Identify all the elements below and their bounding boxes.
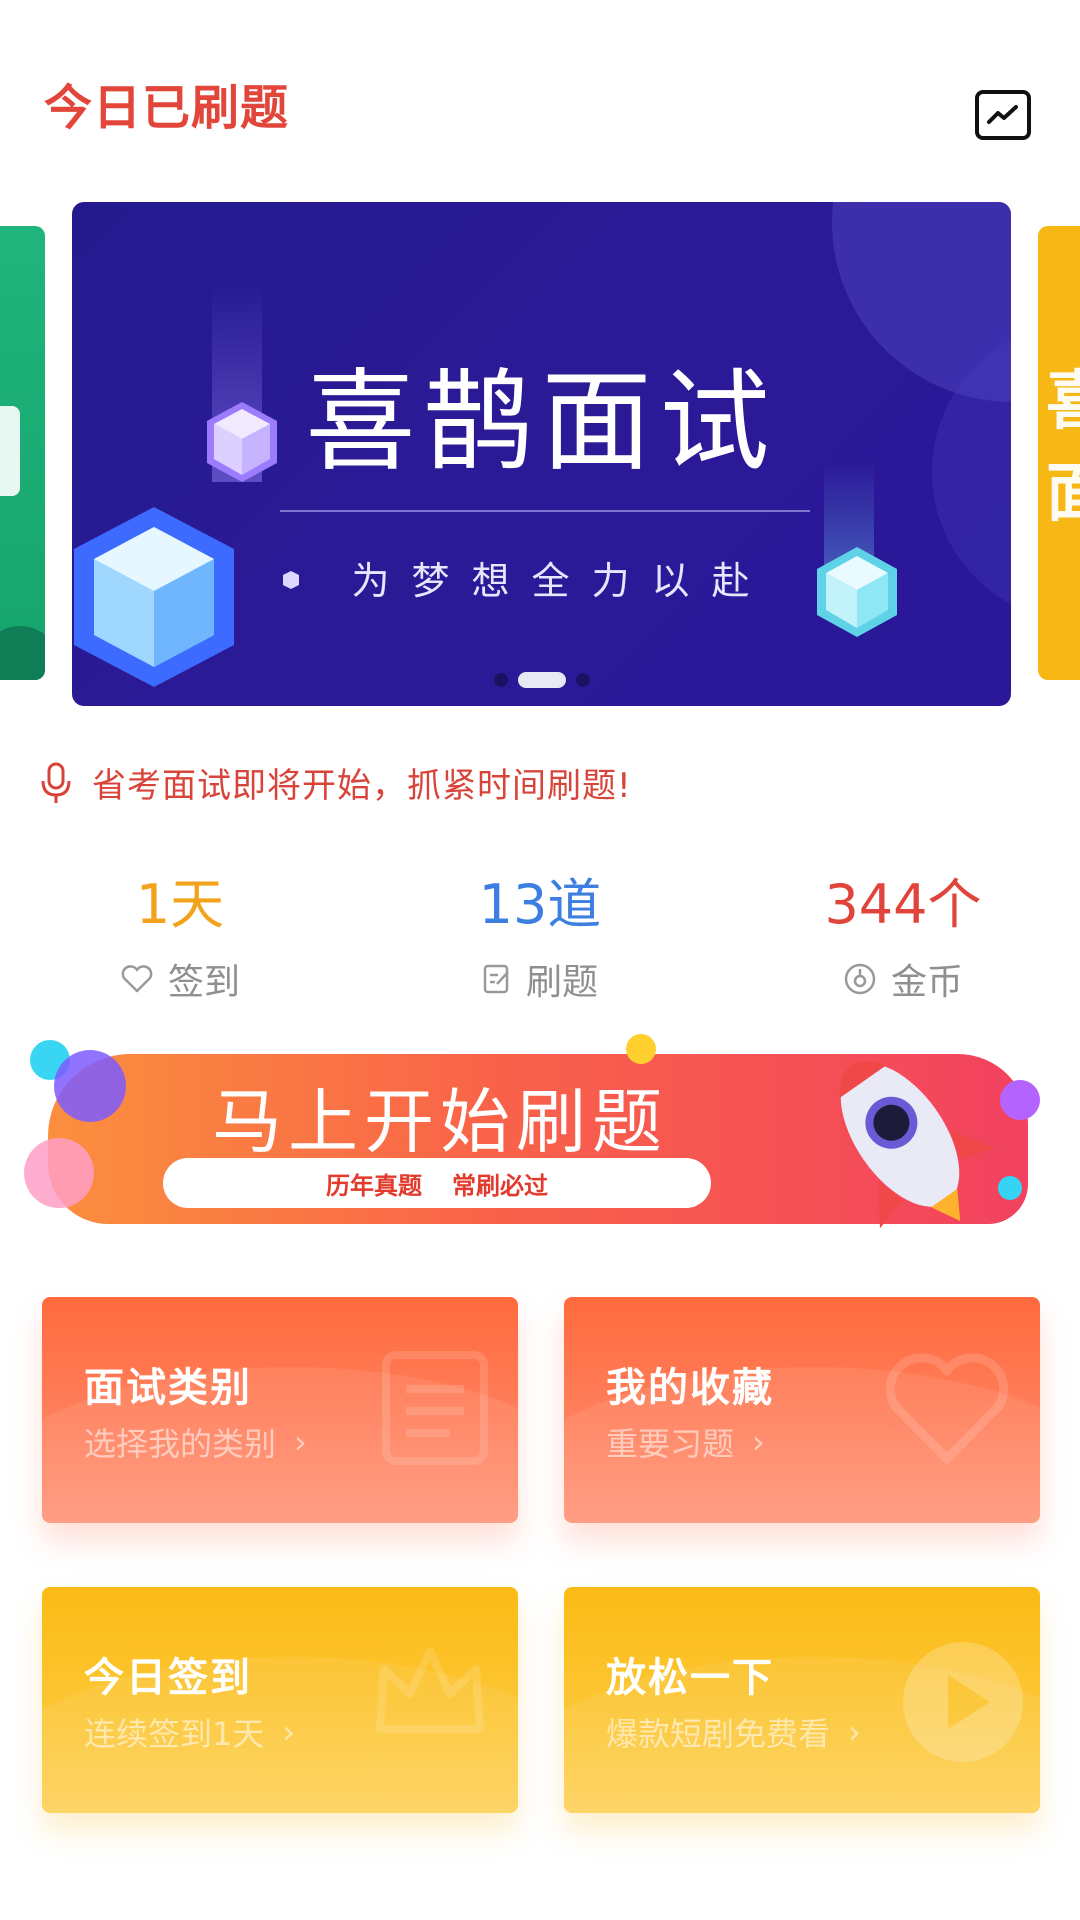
banner-title: 喜鹊面试 bbox=[305, 358, 778, 486]
carousel-dot-active[interactable] bbox=[517, 672, 566, 688]
carousel-banner[interactable]: 喜鹊面试 为梦想全力以赴 bbox=[72, 202, 1011, 706]
statistics-button[interactable] bbox=[975, 90, 1031, 140]
card-interview-category[interactable]: 面试类别 选择我的类别 › bbox=[42, 1297, 518, 1523]
card-title: 面试类别 bbox=[84, 1365, 252, 1411]
card-title: 放松一下 bbox=[606, 1655, 774, 1701]
notice-text: 省考面试即将开始，抓紧时间刷题! bbox=[92, 766, 632, 806]
trend-chart-icon bbox=[987, 105, 1018, 124]
banner-divider bbox=[280, 510, 810, 512]
edit-note-icon bbox=[483, 964, 509, 994]
start-practice-banner[interactable]: 马上开始刷题 历年真题 常刷必过 bbox=[24, 1034, 1052, 1230]
stat-value: 344个 bbox=[824, 873, 982, 936]
stat-checkin[interactable]: 1天 签到 bbox=[50, 875, 310, 1005]
carousel-prev-slide[interactable] bbox=[0, 226, 45, 680]
crown-icon bbox=[376, 1647, 484, 1733]
stat-value: 13道 bbox=[478, 873, 602, 936]
carousel-dot[interactable] bbox=[493, 673, 508, 687]
carousel-next-slide[interactable]: 喜面 bbox=[1038, 226, 1080, 680]
stat-questions[interactable]: 13道 刷题 bbox=[410, 875, 670, 1005]
stat-label: 刷题 bbox=[525, 962, 598, 1003]
decor-bubble bbox=[24, 1138, 94, 1208]
tag-must-pass: 常刷必过 bbox=[452, 1171, 548, 1200]
microphone-icon bbox=[41, 762, 71, 803]
heart-outline-icon bbox=[121, 965, 153, 993]
card-subtitle: 爆款短剧免费看 › bbox=[606, 1709, 861, 1755]
card-subtitle-text: 选择我的类别 bbox=[84, 1425, 277, 1463]
coin-icon bbox=[844, 963, 876, 995]
card-title: 我的收藏 bbox=[606, 1365, 774, 1411]
card-subtitle: 重要习题 › bbox=[606, 1419, 765, 1465]
stat-label: 金币 bbox=[890, 962, 963, 1003]
next-slide-text: 喜面 bbox=[1046, 365, 1080, 531]
card-subtitle-text: 连续签到1天 bbox=[84, 1715, 265, 1753]
card-relax[interactable]: 放松一下 爆款短剧免费看 › bbox=[564, 1587, 1040, 1813]
page-title: 今日已刷题 bbox=[44, 80, 290, 136]
chevron-right-icon: › bbox=[294, 1423, 307, 1461]
document-icon bbox=[382, 1351, 488, 1465]
card-subtitle-text: 爆款短剧免费看 bbox=[606, 1715, 831, 1753]
card-title: 今日签到 bbox=[84, 1655, 252, 1701]
heart-icon bbox=[885, 1353, 1009, 1464]
stat-value: 1天 bbox=[135, 873, 225, 936]
chevron-right-icon: › bbox=[282, 1713, 296, 1751]
carousel-indicator bbox=[72, 672, 1011, 688]
card-daily-checkin[interactable]: 今日签到 连续签到1天 › bbox=[42, 1587, 518, 1813]
decor-bubble bbox=[54, 1050, 126, 1122]
card-my-favorites[interactable]: 我的收藏 重要习题 › bbox=[564, 1297, 1040, 1523]
decor-bubble bbox=[626, 1034, 656, 1064]
play-icon bbox=[903, 1642, 1023, 1762]
card-subtitle-text: 重要习题 bbox=[606, 1425, 735, 1463]
notice-bar[interactable]: 省考面试即将开始，抓紧时间刷题! bbox=[38, 758, 632, 807]
stat-label: 签到 bbox=[167, 962, 240, 1003]
card-subtitle: 选择我的类别 › bbox=[84, 1419, 307, 1465]
tag-past-exams: 历年真题 bbox=[326, 1171, 422, 1200]
start-banner-tags: 历年真题 常刷必过 bbox=[163, 1158, 711, 1208]
stat-coins[interactable]: 344个 金币 bbox=[773, 875, 1033, 1005]
carousel-dot[interactable] bbox=[575, 673, 590, 687]
start-banner-title: 马上开始刷题 bbox=[212, 1081, 668, 1163]
card-subtitle: 连续签到1天 › bbox=[84, 1709, 295, 1755]
rocket-icon bbox=[839, 1061, 995, 1229]
chevron-right-icon: › bbox=[752, 1423, 765, 1461]
chevron-right-icon: › bbox=[848, 1713, 861, 1751]
banner-subtitle: 为梦想全力以赴 bbox=[351, 559, 772, 603]
